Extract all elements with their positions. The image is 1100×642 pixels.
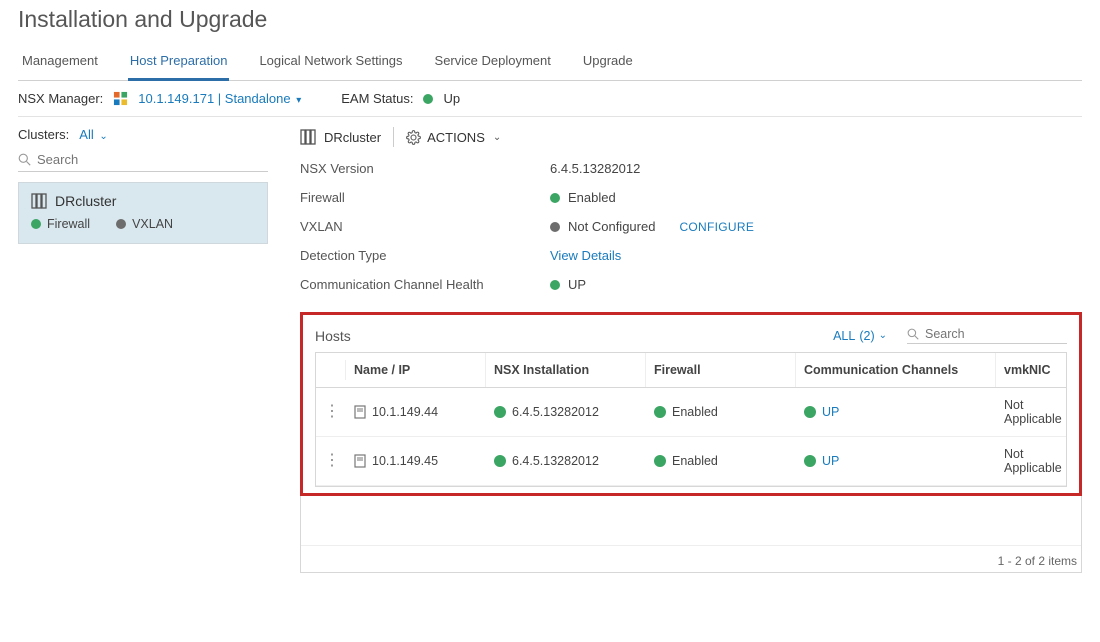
- chevron-down-icon: ▾: [296, 95, 301, 106]
- host-comm-channel-link[interactable]: UP: [822, 454, 839, 468]
- configure-button[interactable]: CONFIGURE: [679, 220, 754, 234]
- search-icon: [18, 153, 31, 166]
- tab-logical-network-settings[interactable]: Logical Network Settings: [257, 47, 404, 80]
- hosts-search[interactable]: [907, 327, 1067, 344]
- nsx-version-label: NSX Version: [300, 161, 550, 176]
- hosts-filter-dropdown[interactable]: ALL (2) ⌄: [833, 329, 887, 343]
- host-comm-channel-link[interactable]: UP: [822, 405, 839, 419]
- vxlan-label: VXLAN: [300, 219, 550, 234]
- tab-management[interactable]: Management: [20, 47, 100, 80]
- firewall-label: Firewall: [300, 190, 550, 205]
- actions-dropdown[interactable]: ACTIONS ⌄: [406, 130, 501, 145]
- hosts-filter-count: (2): [859, 329, 874, 343]
- cluster-icon: [300, 129, 316, 145]
- check-circle-icon: [494, 406, 506, 418]
- col-firewall[interactable]: Firewall: [646, 353, 796, 387]
- status-dot-icon: [804, 406, 816, 418]
- comm-channel-health-value: UP: [568, 277, 586, 292]
- cluster-firewall-label: Firewall: [47, 217, 90, 231]
- detection-type-label: Detection Type: [300, 248, 550, 263]
- divider: [393, 127, 394, 147]
- hosts-search-input[interactable]: [925, 327, 1067, 341]
- view-details-link[interactable]: View Details: [550, 248, 621, 263]
- host-ip: 10.1.149.45: [372, 454, 438, 468]
- nsx-version-value: 6.4.5.13282012: [550, 161, 640, 176]
- clusters-filter-value: All: [79, 127, 93, 142]
- host-firewall: Enabled: [672, 405, 718, 419]
- tab-upgrade[interactable]: Upgrade: [581, 47, 635, 80]
- eam-status-label: EAM Status:: [341, 91, 413, 106]
- kebab-icon[interactable]: ⋮: [324, 455, 338, 467]
- cluster-vxlan-label: VXLAN: [132, 217, 173, 231]
- clusters-search[interactable]: [18, 150, 268, 172]
- host-firewall: Enabled: [672, 454, 718, 468]
- host-vmknic: Not Applicable: [1004, 398, 1062, 426]
- chevron-down-icon: ⌄: [493, 132, 501, 143]
- cluster-card-drcluster[interactable]: DRcluster Firewall VXLAN: [18, 182, 268, 244]
- firewall-value: Enabled: [568, 190, 616, 205]
- host-nsx-version: 6.4.5.13282012: [512, 405, 599, 419]
- hosts-filter-label: ALL: [833, 329, 855, 343]
- check-circle-icon: [31, 219, 41, 229]
- table-empty-row: [301, 496, 1081, 546]
- cluster-name: DRcluster: [55, 193, 116, 209]
- col-nsx-installation[interactable]: NSX Installation: [486, 353, 646, 387]
- vxlan-value: Not Configured: [568, 219, 655, 234]
- table-row: ⋮ 10.1.149.45 6.4.5.13282012 Enabled UP …: [316, 437, 1066, 486]
- hosts-section-highlight: Hosts ALL (2) ⌄: [300, 312, 1082, 496]
- host-vmknic: Not Applicable: [1004, 447, 1062, 475]
- chevron-down-icon: ⌄: [99, 131, 107, 142]
- tab-host-preparation[interactable]: Host Preparation: [128, 47, 230, 81]
- nsx-manager-dropdown[interactable]: 10.1.149.171 | Standalone ▾: [138, 91, 301, 106]
- host-nsx-version: 6.4.5.13282012: [512, 454, 599, 468]
- gear-icon: [406, 130, 421, 145]
- table-row: ⋮ 10.1.149.44 6.4.5.13282012 Enabled UP …: [316, 388, 1066, 437]
- chevron-down-icon: ⌄: [879, 330, 887, 341]
- clusters-search-input[interactable]: [37, 152, 268, 167]
- subbar: NSX Manager: 10.1.149.171 | Standalone ▾…: [18, 81, 1082, 117]
- host-ip: 10.1.149.44: [372, 405, 438, 419]
- check-circle-icon: [550, 193, 560, 203]
- clusters-filter-dropdown[interactable]: All ⌄: [79, 127, 107, 142]
- minus-circle-icon: [550, 222, 560, 232]
- eam-status-dot-icon: [423, 94, 433, 104]
- nsx-manager-label: NSX Manager:: [18, 91, 103, 106]
- col-comm-channels[interactable]: Communication Channels: [796, 353, 996, 387]
- page-title: Installation and Upgrade: [18, 6, 1082, 33]
- eam-status-value: Up: [443, 91, 460, 106]
- clusters-label: Clusters:: [18, 127, 69, 142]
- hosts-title: Hosts: [315, 328, 351, 344]
- minus-circle-icon: [116, 219, 126, 229]
- status-dot-icon: [550, 280, 560, 290]
- tabs: Management Host Preparation Logical Netw…: [18, 47, 1082, 81]
- check-circle-icon: [494, 455, 506, 467]
- actions-label: ACTIONS: [427, 130, 485, 145]
- table-footer: 1 - 2 of 2 items: [301, 546, 1081, 572]
- nsx-manager-icon: [113, 91, 128, 106]
- col-vmknic[interactable]: vmkNIC: [996, 353, 1066, 387]
- comm-channel-health-label: Communication Channel Health: [300, 277, 550, 292]
- check-circle-icon: [654, 406, 666, 418]
- search-icon: [907, 328, 919, 340]
- cluster-icon: [31, 193, 47, 209]
- host-icon: [354, 454, 366, 468]
- kebab-icon[interactable]: ⋮: [324, 406, 338, 418]
- status-dot-icon: [804, 455, 816, 467]
- hosts-table: Name / IP NSX Installation Firewall Comm…: [315, 352, 1067, 487]
- host-icon: [354, 405, 366, 419]
- col-name-ip[interactable]: Name / IP: [346, 353, 486, 387]
- detail-cluster-name: DRcluster: [324, 130, 381, 145]
- nsx-manager-ip: 10.1.149.171: [138, 91, 214, 106]
- nsx-manager-mode: Standalone: [225, 91, 291, 106]
- tab-service-deployment[interactable]: Service Deployment: [433, 47, 553, 80]
- check-circle-icon: [654, 455, 666, 467]
